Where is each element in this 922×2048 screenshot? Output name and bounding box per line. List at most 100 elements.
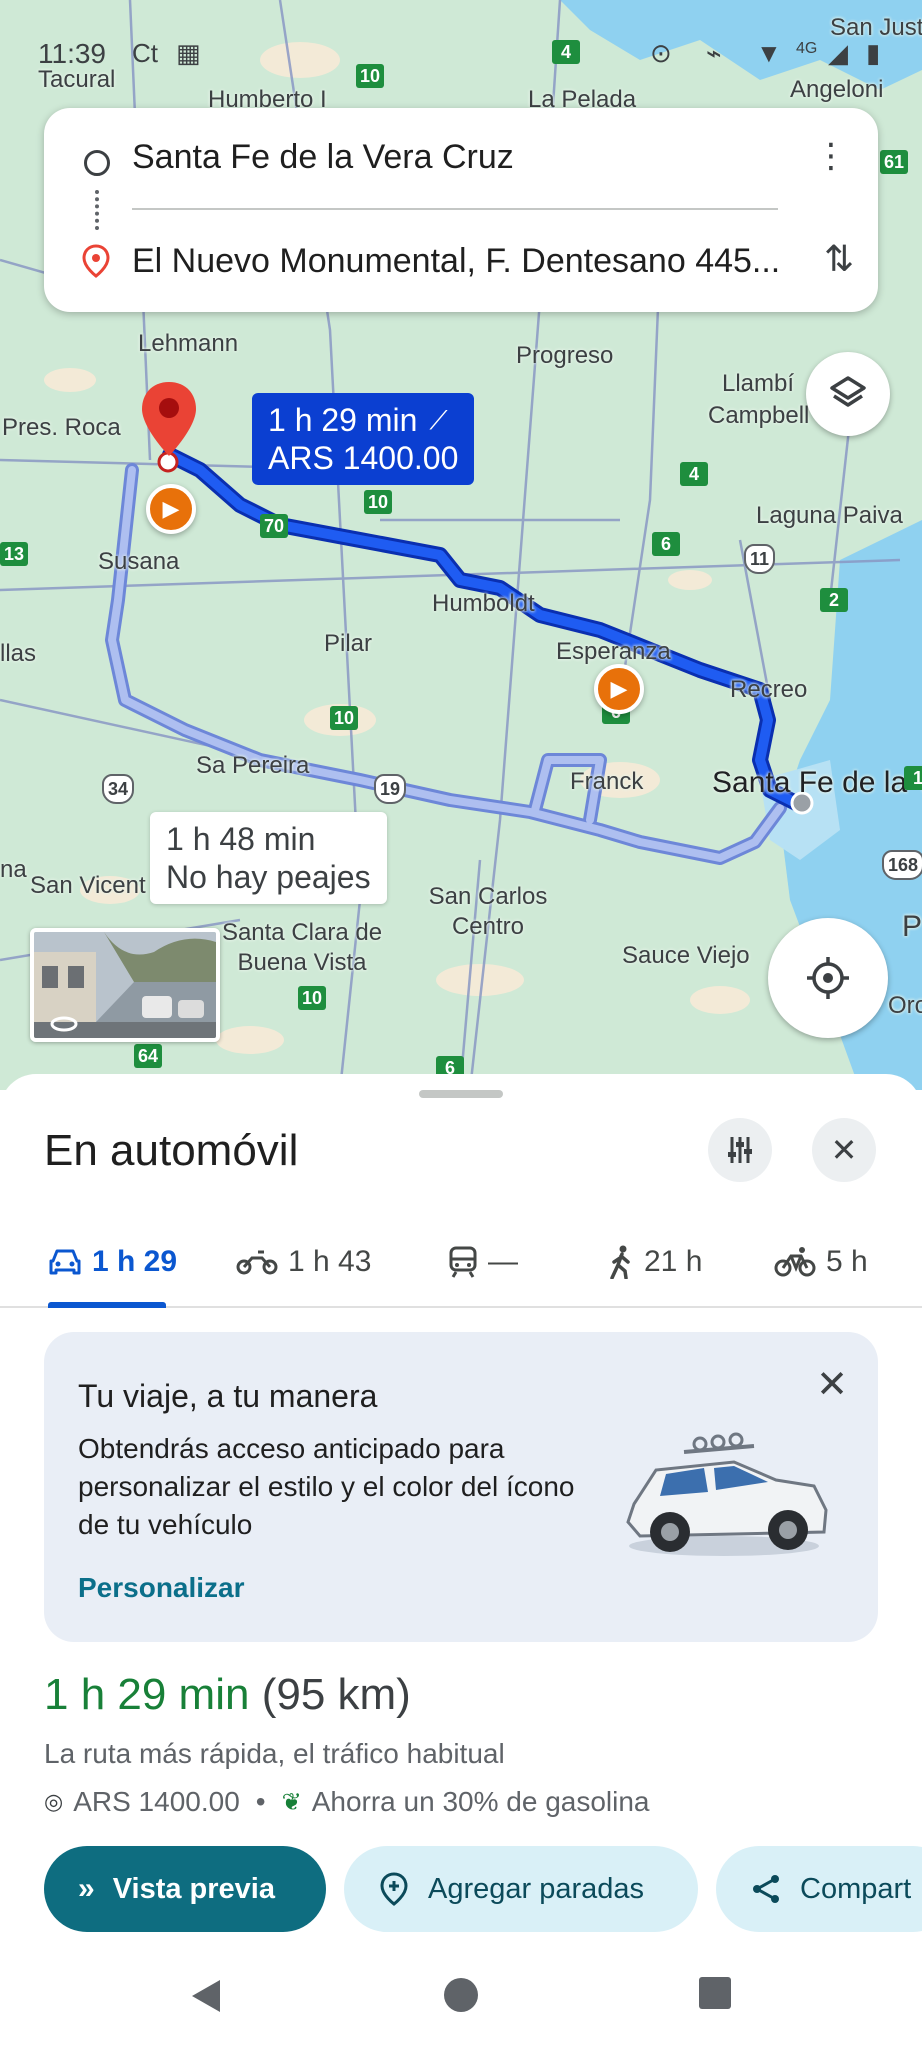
place-label: Angeloni	[790, 76, 884, 103]
tune-icon	[728, 1137, 752, 1163]
route-dots	[95, 190, 99, 230]
route-options-button[interactable]	[708, 1118, 772, 1182]
route-description: La ruta más rápida, el tráfico habitual	[44, 1738, 505, 1769]
car-icon	[49, 1249, 81, 1275]
route-toll: ARS 1400.00	[73, 1786, 240, 1817]
place-label: Progreso	[516, 342, 614, 369]
place-label: na	[0, 856, 27, 883]
place-label: Recreo	[730, 676, 808, 703]
customize-link[interactable]: Personalizar	[78, 1572, 245, 1604]
speed-camera-icon[interactable]: ▶	[594, 664, 644, 714]
route-shield: 4	[680, 462, 708, 486]
layers-icon	[830, 376, 866, 407]
origin-circle-icon	[84, 150, 110, 176]
place-label: Humboldt	[432, 590, 535, 617]
place-label: Franck	[570, 768, 644, 795]
preview-button[interactable]: » Vista previa	[44, 1846, 326, 1932]
battery-icon: ▮	[866, 38, 881, 68]
sheet-title: En automóvil	[44, 1126, 299, 1175]
route-shield: 34	[102, 774, 135, 804]
place-label: Llambí	[722, 370, 795, 397]
route-shield: 61	[880, 150, 909, 174]
toll-icon: ◎	[44, 1789, 64, 1814]
place-label: Tacural	[38, 66, 116, 93]
eco-leaf-icon: ⟋	[429, 405, 448, 435]
tab-walking[interactable]: 21 h	[608, 1218, 702, 1306]
route-shield: 64	[134, 1044, 163, 1068]
close-icon: ✕	[830, 1132, 858, 1168]
calendar-icon: ▦	[176, 38, 201, 68]
status-bar: 11:39 Ct ▦ ⊙ ⌁ ▼ 4G ◢ ▮	[0, 0, 922, 80]
mode-duration: 1 h 43	[288, 1245, 372, 1278]
vehicle-illustration	[626, 1432, 828, 1556]
add-location-icon	[380, 1872, 408, 1906]
share-button[interactable]: Compart	[716, 1846, 922, 1932]
place-label: Santa Clara de Buena Vista	[221, 919, 383, 976]
route-summary-time: 1 h 29 min (95 km)	[44, 1670, 411, 1720]
add-stops-label: Agregar paradas	[428, 1872, 645, 1905]
destination-pin-icon[interactable]	[138, 380, 200, 460]
place-label: Sauce Viejo	[622, 942, 750, 969]
preview-label: Vista previa	[112, 1872, 275, 1905]
location-icon: ⊙	[650, 38, 672, 68]
my-location-button[interactable]	[768, 918, 888, 1038]
mode-duration: 1 h 29	[92, 1245, 178, 1278]
tab-driving[interactable]: 1 h 29	[48, 1218, 178, 1308]
mode-duration: 5 h	[826, 1245, 868, 1278]
vehicle-icon-promo-card: Tu viaje, a tu manera Obtendrás acceso a…	[44, 1332, 878, 1642]
home-icon[interactable]	[442, 1976, 480, 2014]
place-label: Sa Pereira	[196, 752, 310, 779]
callout-toll: ARS 1400.00	[268, 440, 459, 476]
tab-transit[interactable]: —	[448, 1218, 518, 1306]
speed-camera-icon[interactable]: ▶	[146, 484, 196, 534]
place-label: San Carlos Centro	[428, 883, 548, 940]
fastest-route-callout[interactable]: 1 h 29 min ⟋ ARS 1400.00	[252, 393, 475, 485]
directions-sheet: En automóvil ✕ 1 h 29 1 h 43 — 21 h 5 h …	[0, 1074, 922, 2048]
place-label: Pres. Roca	[2, 414, 121, 441]
route-shield: 1	[904, 766, 922, 790]
drag-handle[interactable]	[419, 1090, 503, 1098]
add-stops-button[interactable]: Agregar paradas	[344, 1846, 698, 1932]
route-input-card: Santa Fe de la Vera Cruz El Nuevo Monume…	[44, 108, 878, 312]
route-shield: 19	[374, 774, 407, 804]
travel-mode-tabs: 1 h 29 1 h 43 — 21 h 5 h	[0, 1218, 922, 1308]
back-icon[interactable]	[188, 1976, 224, 2016]
dismiss-promo-icon[interactable]: ✕	[816, 1362, 848, 1407]
route-shield: 10	[298, 986, 327, 1010]
origin-field[interactable]: Santa Fe de la Vera Cruz	[132, 138, 514, 177]
callout-toll: No hay peajes	[166, 859, 371, 895]
street-view-thumbnail[interactable]	[30, 928, 220, 1042]
more-options-icon[interactable]: ⋮	[814, 136, 848, 176]
recents-icon[interactable]	[698, 1976, 732, 2010]
place-label: San Just	[830, 14, 922, 41]
swap-directions-icon[interactable]: ⇅	[824, 238, 854, 280]
alternative-route-callout[interactable]: 1 h 48 min No hay peajes	[150, 812, 387, 904]
crosshair-icon	[807, 957, 849, 999]
eco-leaf-icon: ❦	[281, 1788, 302, 1816]
double-chevron-icon: »	[78, 1872, 95, 1905]
map-view[interactable]: 11:39 Ct ▦ ⊙ ⌁ ▼ 4G ◢ ▮ Tacural Humberto…	[0, 0, 922, 1090]
destination-field[interactable]: El Nuevo Monumental, F. Dentesano 445...	[132, 242, 780, 281]
meta-separator: •	[255, 1786, 266, 1817]
route-meta: ◎ ARS 1400.00 • ❦ Ahorra un 30% de gasol…	[44, 1786, 650, 1818]
callout-duration: 1 h 48 min	[166, 821, 316, 857]
tab-cycling[interactable]: 5 h	[774, 1218, 868, 1306]
route-shield: 10	[364, 490, 393, 514]
route-shield: 11	[744, 544, 776, 574]
share-icon	[753, 1875, 779, 1903]
close-directions-button[interactable]: ✕	[812, 1118, 876, 1182]
place-label: Lehmann	[138, 330, 239, 357]
place-label: llas	[0, 640, 37, 667]
walk-icon	[610, 1245, 630, 1279]
carrier-icon: Ct	[132, 38, 158, 68]
train-icon	[449, 1246, 477, 1278]
route-shield: 10	[356, 64, 385, 88]
route-shield: 10	[330, 706, 359, 730]
tab-motorcycle[interactable]: 1 h 43	[236, 1218, 371, 1306]
street-view-image	[34, 932, 216, 1038]
fuel-savings: Ahorra un 30% de gasolina	[311, 1786, 650, 1817]
route-shield: 6	[652, 532, 680, 556]
route-shield: 13	[0, 542, 29, 566]
layers-button[interactable]	[806, 352, 890, 436]
route-duration: 1 h 29 min	[44, 1670, 250, 1719]
